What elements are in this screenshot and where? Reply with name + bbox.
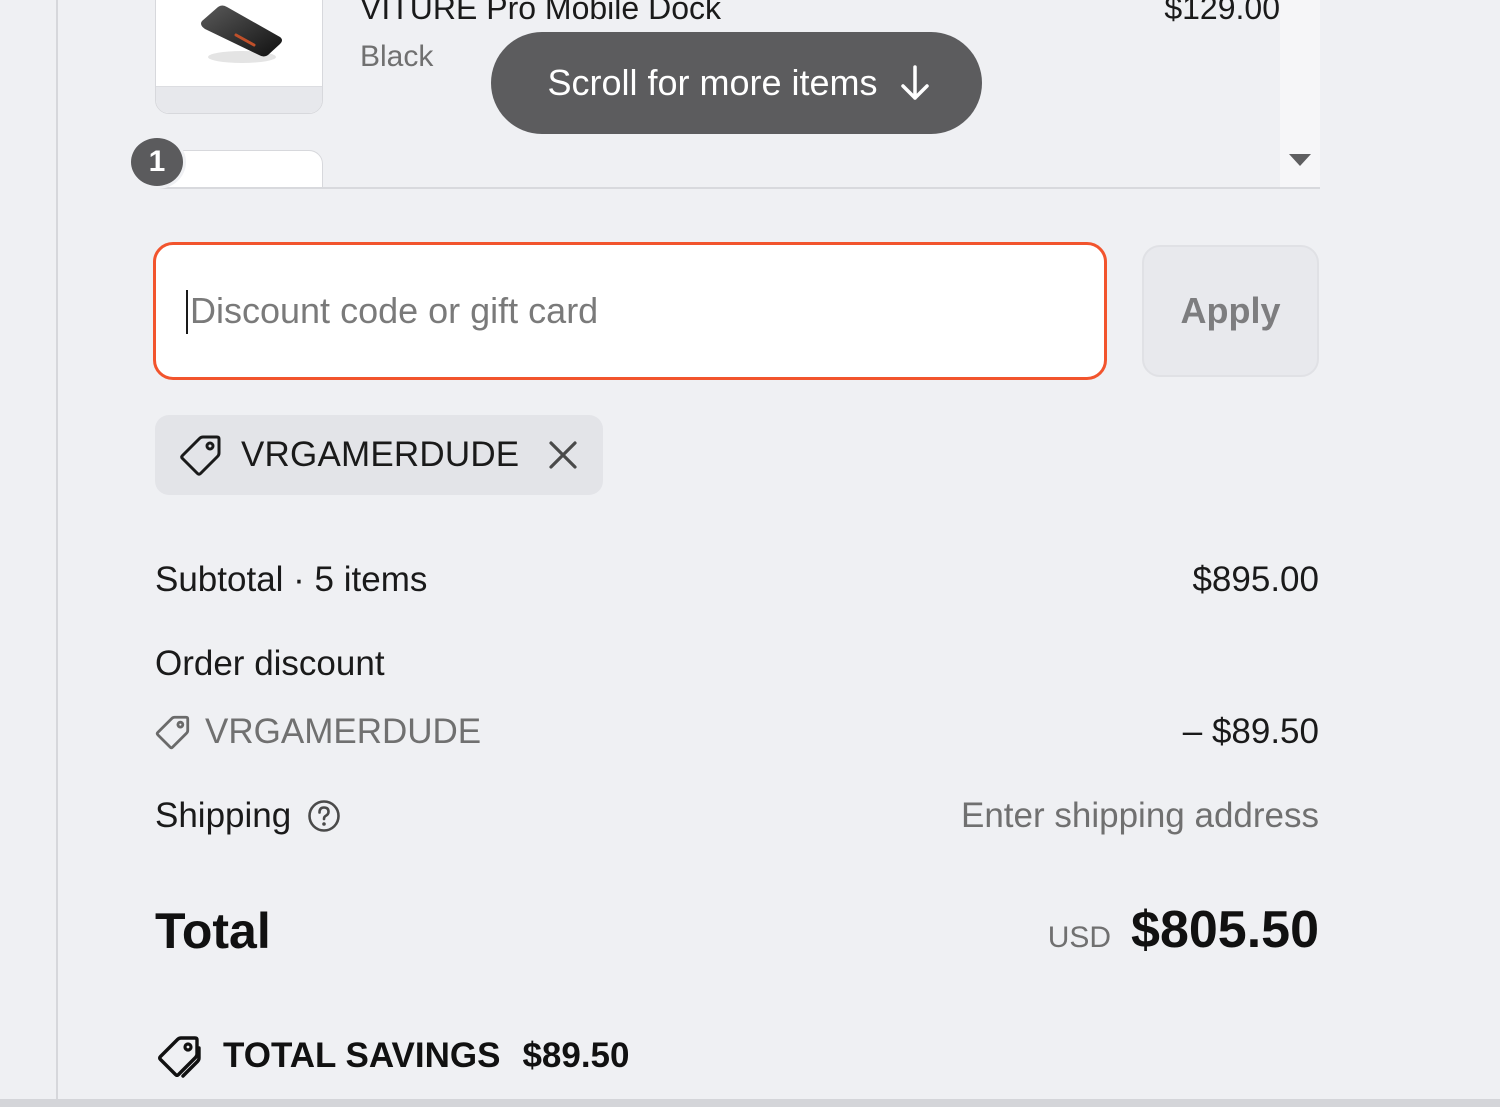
savings-label: TOTAL SAVINGS [223,1036,501,1075]
total-amount: $805.50 [1131,901,1319,959]
thumbnail-footer [156,86,322,113]
product-dock-icon [201,5,282,63]
bottom-edge [0,1099,1500,1107]
order-discount-code-text: VRGAMERDUDE [205,712,482,751]
tag-icon [155,715,190,750]
savings-amount: $89.50 [522,1036,630,1075]
item-price: $129.00 [1164,0,1280,26]
total-savings: TOTAL SAVINGS $89.50 [155,1034,630,1078]
discount-code-input[interactable] [153,242,1107,380]
arrow-down-icon [900,65,929,100]
shipping-label-row: Shipping [155,796,341,836]
subtotal-value: $895.00 [1192,560,1319,599]
apply-button[interactable]: Apply [1142,245,1319,377]
order-discount-label: Order discount [155,644,385,683]
order-discount-code: VRGAMERDUDE [155,712,481,752]
tags-icon [158,1036,201,1078]
shipping-label: Shipping [155,796,292,835]
scroll-for-more-button[interactable]: Scroll for more items [491,32,982,134]
applied-code-text: VRGAMERDUDE [241,435,520,474]
quantity-badge: 1 [128,135,186,189]
total-label: Total [155,903,271,959]
remove-code-button[interactable] [547,439,579,471]
applied-discount-chip: VRGAMERDUDE [155,415,603,495]
scroll-down-arrow-icon[interactable] [1289,154,1311,166]
close-icon[interactable] [547,439,579,471]
tag-icon [180,435,221,476]
order-discount-value: – $89.50 [1182,712,1319,751]
shipping-value: Enter shipping address [961,796,1319,835]
item-name: VITURE Pro Mobile Dock [360,0,721,26]
item-variant: Black [360,40,434,73]
panel-divider [56,0,58,1107]
product-thumbnail [155,0,323,114]
scroll-hint-label: Scroll for more items [547,62,878,103]
subtotal-label: Subtotal · 5 items [155,560,428,599]
total-currency: USD [1047,921,1112,954]
scrollbar[interactable] [1280,0,1320,187]
total-value: USD $805.50 [1048,900,1319,960]
help-circle-icon[interactable] [307,799,341,833]
text-caret [186,290,188,334]
